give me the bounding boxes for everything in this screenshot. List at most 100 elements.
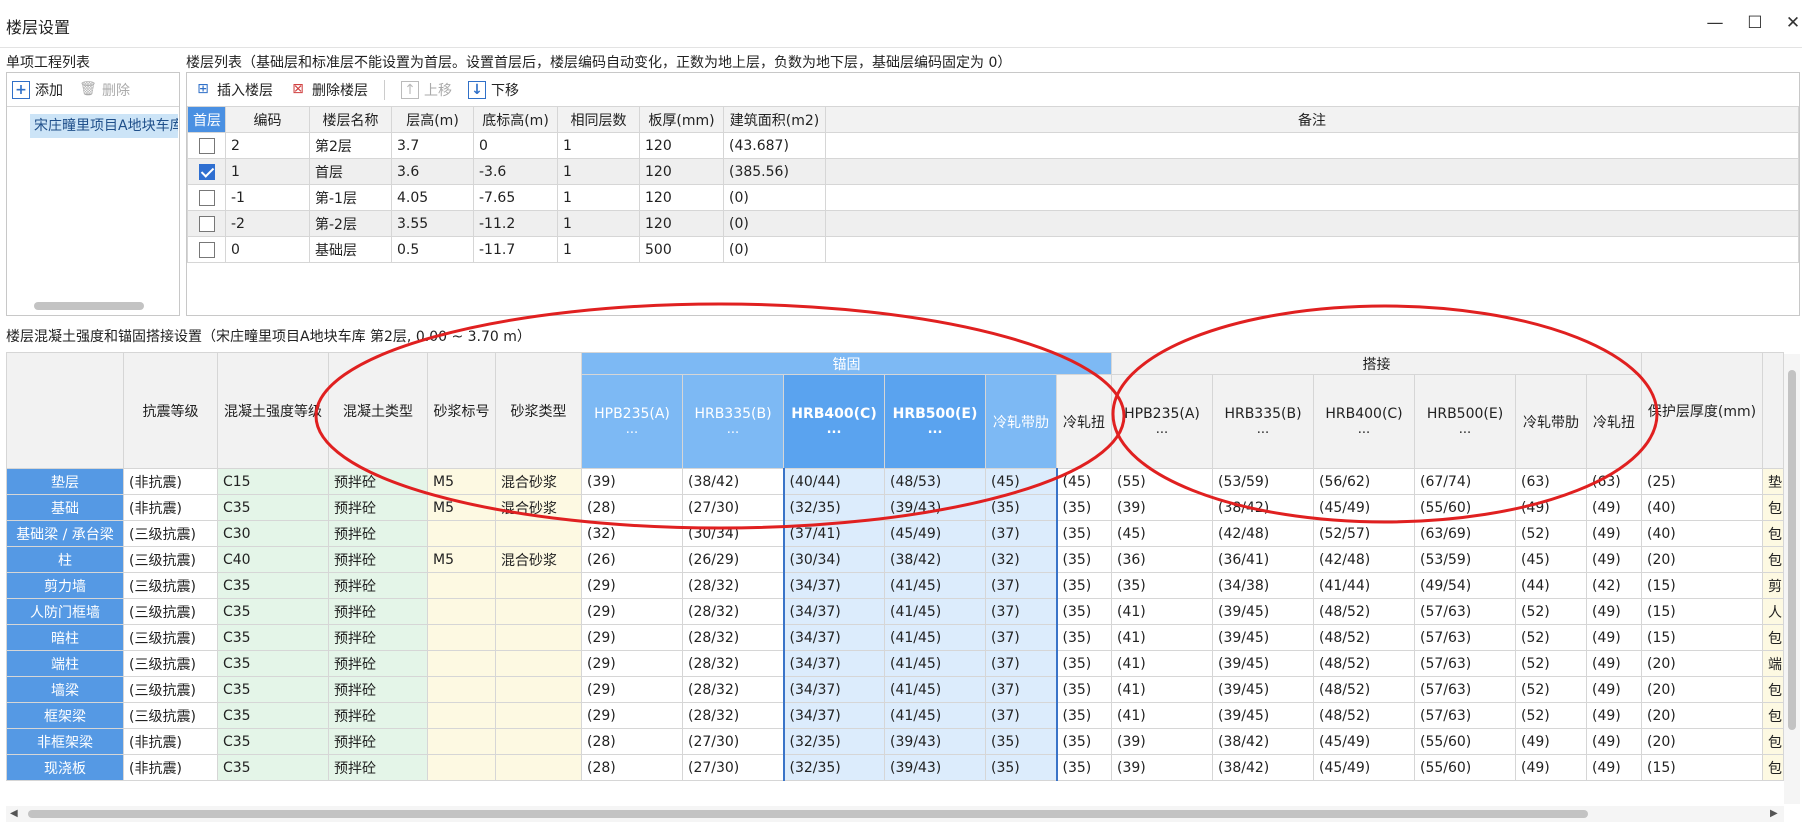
col-slab-thickness[interactable]: 板厚(mm) xyxy=(639,106,724,133)
concrete-grade-cell[interactable]: C35 xyxy=(217,624,329,651)
cell-name[interactable]: 首层 xyxy=(309,158,392,185)
cell-same[interactable]: 1 xyxy=(557,158,640,185)
anchor-cell[interactable]: (39/43) xyxy=(884,728,986,755)
mortar-grade-cell[interactable] xyxy=(427,598,496,625)
cell-height[interactable]: 0.5 xyxy=(391,236,474,263)
anchor-cell[interactable]: (27/30) xyxy=(682,494,784,521)
note-cell[interactable]: 包 xyxy=(1762,494,1784,521)
anchor-cell[interactable]: (41/45) xyxy=(884,650,986,677)
mortar-type-cell[interactable] xyxy=(495,520,582,547)
mortar-grade-cell[interactable]: M5 xyxy=(427,546,496,573)
mortar-type-cell[interactable] xyxy=(495,624,582,651)
anchor-cell[interactable]: (30/34) xyxy=(682,520,784,547)
group-anchorage[interactable]: 锚固 xyxy=(581,352,1112,375)
lap-cell[interactable]: (49/54) xyxy=(1414,572,1516,599)
anchor-col-0[interactable]: HPB235(A)... xyxy=(581,374,683,469)
lap-cell[interactable]: (49) xyxy=(1586,676,1642,703)
cover-cell[interactable]: (40) xyxy=(1641,520,1763,547)
anchor-cell[interactable]: (35) xyxy=(1056,754,1112,781)
seismic-cell[interactable]: (非抗震) xyxy=(123,468,218,495)
lap-cell[interactable]: (52) xyxy=(1515,702,1587,729)
lap-cell[interactable]: (39/45) xyxy=(1212,624,1314,651)
note-cell[interactable]: 垫 xyxy=(1762,468,1784,495)
anchor-cell[interactable]: (45/49) xyxy=(884,520,986,547)
anchor-cell[interactable]: (34/37) xyxy=(782,650,885,677)
lap-cell[interactable]: (45/49) xyxy=(1313,728,1415,755)
col-first-floor[interactable]: 首层 xyxy=(187,106,226,133)
anchor-cell[interactable]: (29) xyxy=(581,650,683,677)
anchor-cell[interactable]: (37) xyxy=(985,598,1058,625)
lap-cell[interactable]: (52) xyxy=(1515,520,1587,547)
cell-bottom[interactable]: -7.65 xyxy=(473,184,558,211)
cell-note[interactable] xyxy=(825,132,1799,159)
lap-cell[interactable]: (35) xyxy=(1111,572,1213,599)
mortar-grade-cell[interactable] xyxy=(427,676,496,703)
first-floor-checkbox[interactable] xyxy=(198,163,215,180)
cell-name[interactable]: 第-2层 xyxy=(309,210,392,237)
cover-cell[interactable]: (20) xyxy=(1641,650,1763,677)
lap-cell[interactable]: (45) xyxy=(1111,520,1213,547)
anchor-cell[interactable]: (28/32) xyxy=(682,676,784,703)
horizontal-scroll-thumb[interactable] xyxy=(28,810,1588,818)
concrete-vertical-scrollbar[interactable] xyxy=(1784,354,1800,804)
anchor-cell[interactable]: (35) xyxy=(985,494,1058,521)
concrete-grade-cell[interactable]: C15 xyxy=(217,468,329,495)
table-row[interactable]: 人防门框墙 (三级抗震) C35 预拌砼 (29) (28/32) (34/37) (41/4… xyxy=(6,598,1784,625)
lap-cell[interactable]: (38/42) xyxy=(1212,754,1314,781)
lap-cell[interactable]: (42) xyxy=(1586,572,1642,599)
seismic-cell[interactable]: (非抗震) xyxy=(123,728,218,755)
lap-cell[interactable]: (44) xyxy=(1515,572,1587,599)
anchor-cell[interactable]: (39/43) xyxy=(884,754,986,781)
col-bottom-elevation[interactable]: 底标高(m) xyxy=(473,106,558,133)
concrete-grade-cell[interactable]: C40 xyxy=(217,546,329,573)
cell-height[interactable]: 3.7 xyxy=(391,132,474,159)
note-cell[interactable]: 包 xyxy=(1762,624,1784,651)
lap-cell[interactable]: (49) xyxy=(1586,546,1642,573)
cell-slab[interactable]: 120 xyxy=(639,210,724,237)
concrete-type-cell[interactable]: 预拌砼 xyxy=(328,546,428,573)
mortar-type-cell[interactable]: 混合砂浆 xyxy=(495,494,582,521)
cell-slab[interactable]: 120 xyxy=(639,158,724,185)
anchor-cell[interactable]: (35) xyxy=(1056,728,1112,755)
cell-slab[interactable]: 120 xyxy=(639,184,724,211)
mortar-grade-cell[interactable] xyxy=(427,650,496,677)
concrete-type-cell[interactable]: 预拌砼 xyxy=(328,702,428,729)
col-code[interactable]: 编码 xyxy=(225,106,310,133)
anchor-cell[interactable]: (29) xyxy=(581,598,683,625)
anchor-cell[interactable]: (28/32) xyxy=(682,702,784,729)
mortar-type-cell[interactable] xyxy=(495,754,582,781)
lap-cell[interactable]: (48/52) xyxy=(1313,650,1415,677)
mortar-grade-cell[interactable] xyxy=(427,572,496,599)
anchor-cell[interactable]: (38/42) xyxy=(682,468,784,495)
cell-same[interactable]: 1 xyxy=(557,132,640,159)
delete-project-button[interactable]: 🗑 删除 xyxy=(79,80,130,100)
anchor-cell[interactable]: (29) xyxy=(581,676,683,703)
mortar-type-cell[interactable] xyxy=(495,650,582,677)
anchor-cell[interactable]: (37) xyxy=(985,676,1058,703)
cover-cell[interactable]: (15) xyxy=(1641,598,1763,625)
lap-cell[interactable]: (39/45) xyxy=(1212,676,1314,703)
cell-code[interactable]: -2 xyxy=(225,210,310,237)
anchor-cell[interactable]: (26/29) xyxy=(682,546,784,573)
anchor-cell[interactable]: (35) xyxy=(1056,494,1112,521)
cover-cell[interactable]: (20) xyxy=(1641,676,1763,703)
lap-cell[interactable]: (49) xyxy=(1586,650,1642,677)
cell-code[interactable]: 2 xyxy=(225,132,310,159)
lap-cell[interactable]: (38/42) xyxy=(1212,494,1314,521)
cell-slab[interactable]: 500 xyxy=(639,236,724,263)
lap-cell[interactable]: (63) xyxy=(1586,468,1642,495)
maximize-icon[interactable]: ☐ xyxy=(1744,12,1766,34)
anchor-cell[interactable]: (32) xyxy=(581,520,683,547)
cover-cell[interactable]: (40) xyxy=(1641,494,1763,521)
project-item[interactable]: 宋庄疃里项目A地块车库 xyxy=(30,114,178,138)
lap-cell[interactable]: (34/38) xyxy=(1212,572,1314,599)
cell-area[interactable]: (385.56) xyxy=(723,158,826,185)
cell-name[interactable]: 第2层 xyxy=(309,132,392,159)
mortar-type-cell[interactable] xyxy=(495,728,582,755)
mortar-grade-cell[interactable] xyxy=(427,754,496,781)
cover-cell[interactable]: (20) xyxy=(1641,728,1763,755)
concrete-type-cell[interactable]: 预拌砼 xyxy=(328,494,428,521)
lap-col-4[interactable]: 冷轧带肋 xyxy=(1515,374,1587,469)
anchor-cell[interactable]: (28/32) xyxy=(682,650,784,677)
seismic-cell[interactable]: (三级抗震) xyxy=(123,598,218,625)
